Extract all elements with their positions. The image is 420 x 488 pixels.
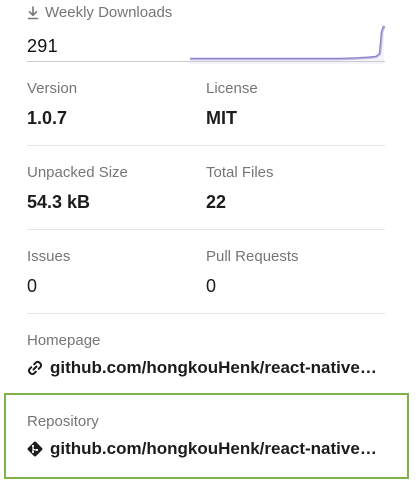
unpacked-size-value: 54.3 kB	[27, 192, 91, 212]
weekly-downloads-label: Weekly Downloads	[45, 4, 173, 21]
homepage-label: Homepage	[27, 332, 101, 349]
link-icon	[27, 360, 43, 376]
homepage-section: Homepage github.com/hongkouHenk/react-na…	[27, 332, 387, 378]
total-files-stat: Total Files 22	[206, 164, 376, 213]
git-icon	[27, 441, 43, 457]
license-stat: License MIT	[206, 80, 376, 129]
repository-label: Repository	[27, 413, 99, 430]
license-label: License	[206, 80, 258, 97]
homepage-link[interactable]: github.com/hongkouHenk/react-native-…	[27, 358, 387, 378]
unpacked-size-stat: Unpacked Size 54.3 kB	[27, 164, 197, 213]
issues-stat[interactable]: Issues 0	[27, 248, 197, 297]
repository-link-text[interactable]: github.com/hongkouHenk/react-native-…	[50, 439, 380, 459]
repository-link[interactable]: github.com/hongkouHenk/react-native-…	[27, 439, 387, 459]
repository-section: Repository github.com/hongkouHenk/react-…	[27, 413, 387, 459]
weekly-downloads-sparkline[interactable]	[190, 24, 386, 64]
homepage-link-text[interactable]: github.com/hongkouHenk/react-native-…	[50, 358, 380, 378]
stats-divider	[27, 313, 385, 314]
pull-requests-value[interactable]: 0	[206, 276, 376, 297]
download-icon	[27, 5, 39, 19]
issues-label: Issues	[27, 248, 71, 265]
stats-divider	[27, 229, 385, 230]
stats-divider	[27, 145, 385, 146]
pull-requests-stat[interactable]: Pull Requests 0	[206, 248, 376, 297]
weekly-downloads-divider	[27, 61, 385, 62]
unpacked-size-label: Unpacked Size	[27, 164, 128, 181]
version-stat: Version 1.0.7	[27, 80, 197, 129]
pull-requests-label: Pull Requests	[206, 248, 299, 265]
version-label: Version	[27, 80, 78, 97]
weekly-downloads-count: 291	[27, 36, 58, 56]
weekly-downloads-heading: Weekly Downloads	[27, 4, 172, 21]
version-value: 1.0.7	[27, 108, 68, 128]
total-files-label: Total Files	[206, 164, 274, 181]
issues-value[interactable]: 0	[27, 276, 197, 297]
total-files-value: 22	[206, 192, 227, 212]
license-value: MIT	[206, 108, 237, 128]
package-sidebar: Weekly Downloads 291 Version 1.0.7 Licen…	[0, 0, 420, 488]
